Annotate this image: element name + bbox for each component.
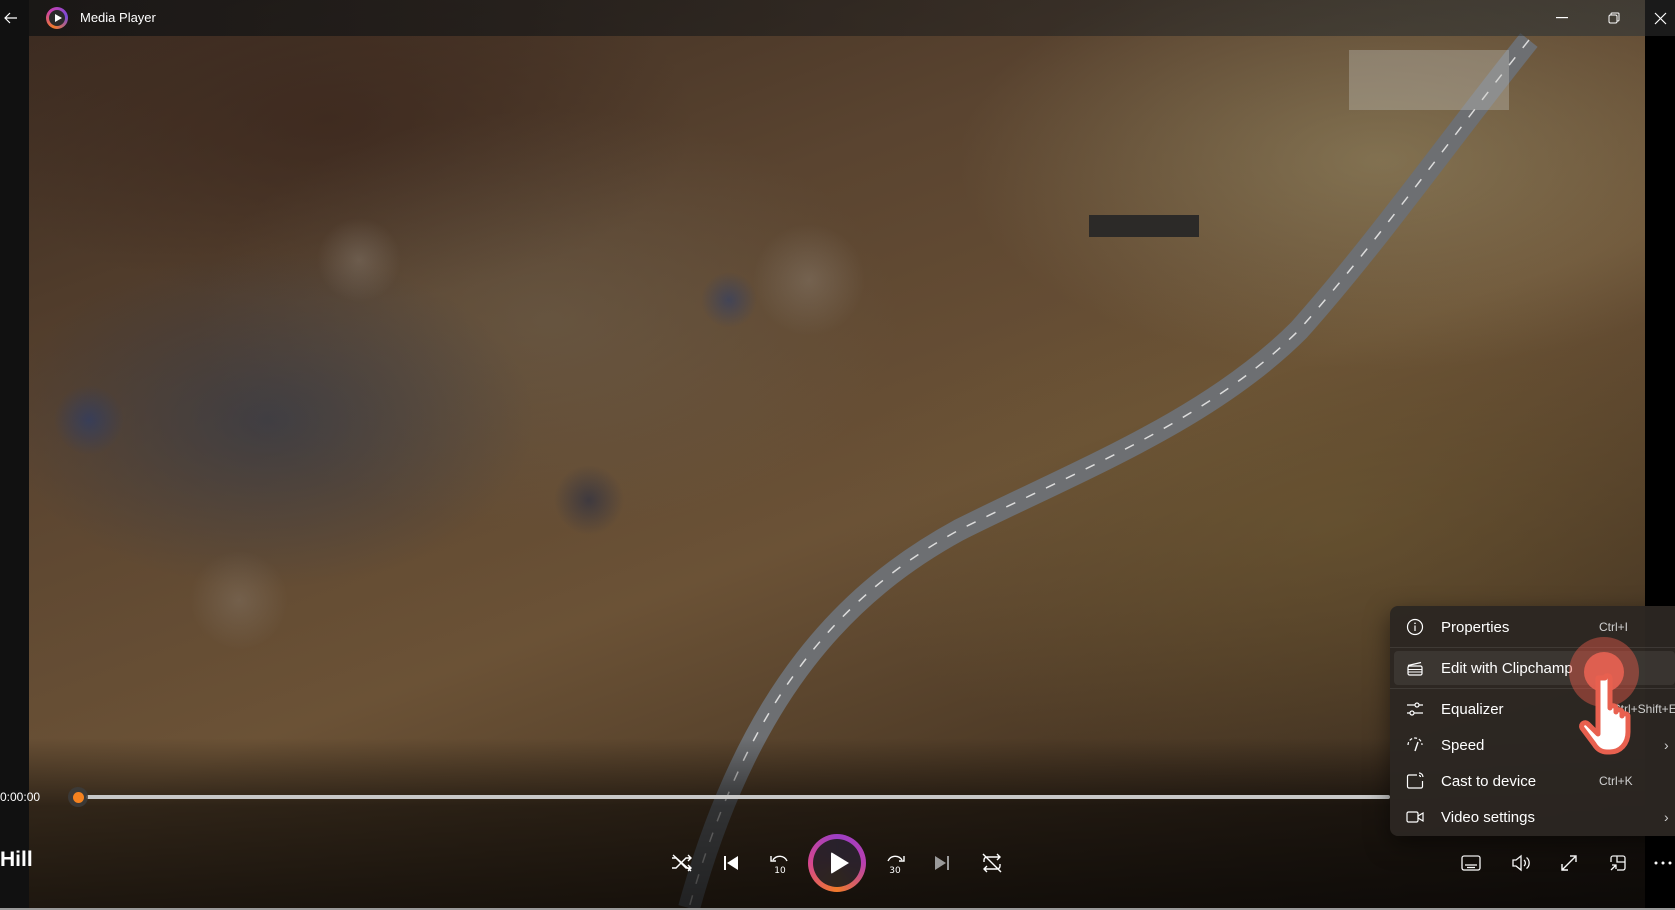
close-icon xyxy=(1654,12,1666,24)
title-bar: Media Player xyxy=(0,0,1675,36)
subtitles-button[interactable] xyxy=(1453,846,1489,880)
previous-button[interactable] xyxy=(713,846,749,880)
shuffle-button[interactable] xyxy=(664,846,700,880)
rewind-10-button[interactable]: 10 xyxy=(762,846,798,880)
restore-button[interactable] xyxy=(1589,0,1639,36)
miniplayer-button[interactable] xyxy=(1600,846,1636,880)
menu-item-label: Edit with Clipchamp xyxy=(1441,659,1573,677)
volume-icon xyxy=(1512,854,1530,872)
app-title: Media Player xyxy=(80,10,156,25)
menu-item-label: Equalizer xyxy=(1441,700,1504,718)
menu-item-shortcut: Ctrl+I xyxy=(1599,620,1629,634)
seek-bar[interactable] xyxy=(86,795,1390,799)
back-button[interactable] xyxy=(0,0,22,36)
subtitles-icon xyxy=(1461,855,1481,871)
speed-gauge-icon xyxy=(1406,736,1424,754)
forward-30-button[interactable]: 30 xyxy=(877,846,913,880)
clapperboard-icon xyxy=(1406,659,1424,677)
fullscreen-button[interactable] xyxy=(1551,846,1587,880)
play-icon xyxy=(830,852,849,874)
menu-item-properties[interactable]: Properties Ctrl+I xyxy=(1394,610,1675,644)
repeat-off-icon xyxy=(982,853,1002,873)
menu-item-cast-to-device[interactable]: Cast to device Ctrl+K xyxy=(1394,764,1675,798)
current-time: 0:00:00 xyxy=(0,790,41,804)
menu-item-shortcut: Ctrl+K xyxy=(1599,774,1633,788)
menu-separator xyxy=(1390,647,1675,648)
menu-item-label: Speed xyxy=(1441,736,1485,754)
app-logo-icon xyxy=(46,7,68,29)
restore-icon xyxy=(1608,12,1620,24)
chevron-right-icon: › xyxy=(1664,737,1669,753)
back-arrow-icon xyxy=(4,12,17,24)
repeat-button[interactable] xyxy=(974,846,1010,880)
hand-pointer-cursor-icon xyxy=(1579,673,1631,755)
letterbox-left xyxy=(0,36,29,908)
media-title: Hill xyxy=(0,848,33,871)
minimize-icon xyxy=(1556,17,1568,19)
menu-item-label: Cast to device xyxy=(1441,772,1537,790)
next-button[interactable] xyxy=(924,846,960,880)
equalizer-icon xyxy=(1406,700,1424,718)
cast-icon xyxy=(1406,772,1424,790)
skip-previous-icon xyxy=(724,856,738,870)
close-button[interactable] xyxy=(1645,0,1675,36)
menu-item-video-settings[interactable]: Video settings › xyxy=(1394,800,1675,834)
play-button[interactable] xyxy=(808,834,866,892)
chevron-right-icon: › xyxy=(1664,809,1669,825)
miniplayer-icon xyxy=(1610,855,1626,871)
rewind-10-icon: 10 xyxy=(770,855,788,875)
rewind-label: 10 xyxy=(774,866,786,875)
minimize-button[interactable] xyxy=(1537,0,1587,36)
shuffle-off-icon xyxy=(672,854,692,872)
skip-next-icon xyxy=(935,856,949,870)
more-options-button[interactable] xyxy=(1650,846,1675,880)
more-dots-icon xyxy=(1654,861,1671,865)
fullscreen-icon xyxy=(1561,855,1577,871)
video-camera-icon xyxy=(1406,808,1424,826)
volume-button[interactable] xyxy=(1503,846,1539,880)
seek-thumb[interactable] xyxy=(68,787,88,807)
info-icon xyxy=(1406,618,1424,636)
menu-item-label: Properties xyxy=(1441,618,1510,636)
forward-label: 30 xyxy=(889,866,901,875)
forward-30-icon: 30 xyxy=(887,855,905,875)
menu-item-label: Video settings xyxy=(1441,808,1535,826)
